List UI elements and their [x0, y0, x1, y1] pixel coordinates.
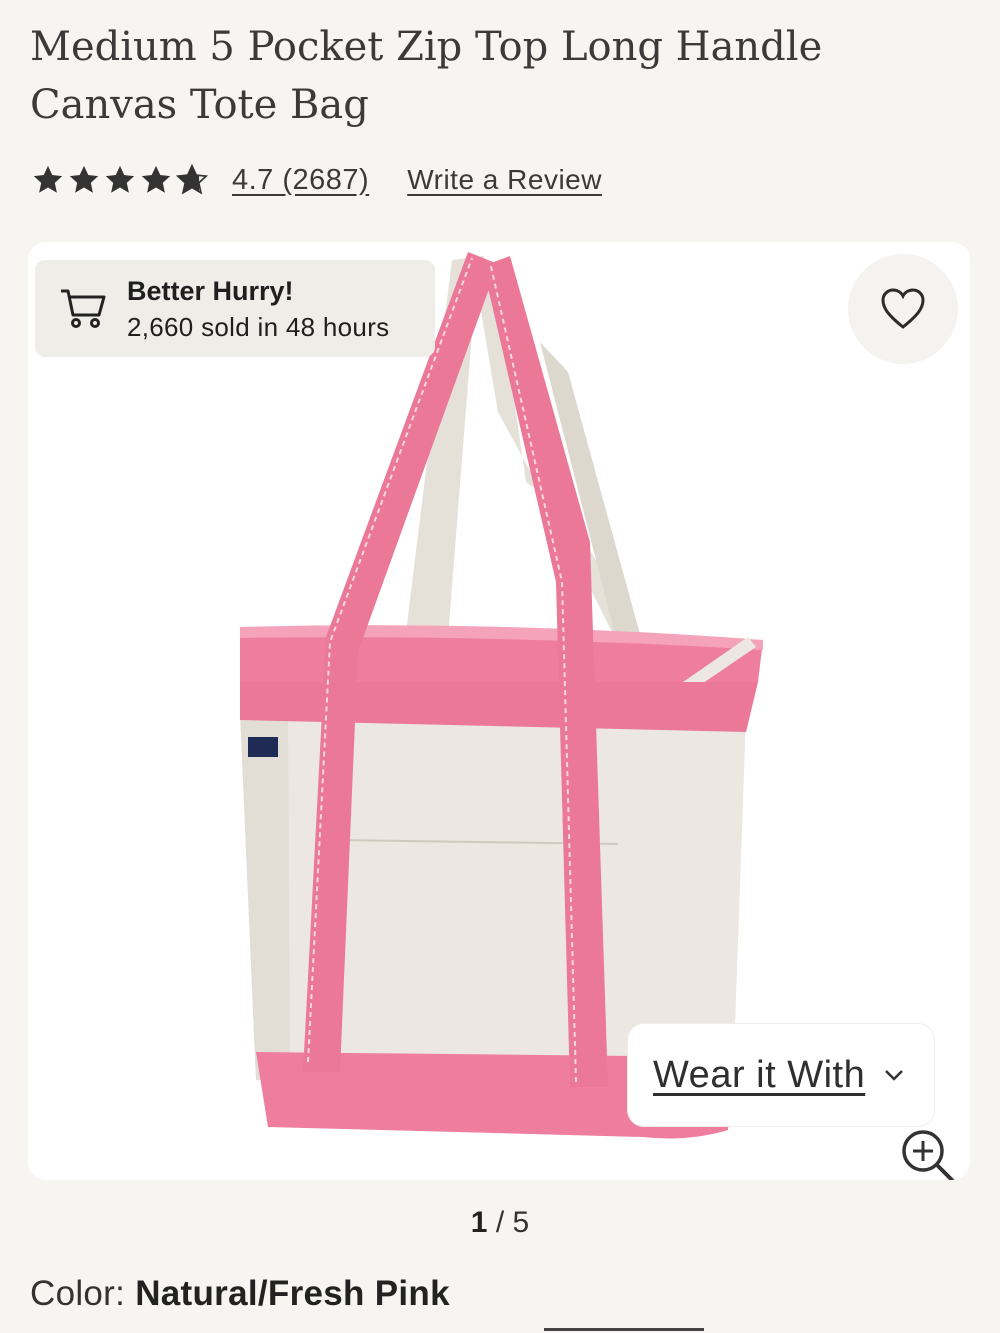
write-review-link[interactable]: Write a Review [407, 164, 602, 196]
favorite-button[interactable] [848, 254, 958, 364]
star-partial-icon [175, 163, 209, 195]
chevron-down-icon [885, 1070, 904, 1081]
product-title: Medium 5 Pocket Zip Top Long Handle Canv… [30, 24, 823, 128]
pager-separator: / [487, 1206, 513, 1239]
star-icon [69, 165, 99, 193]
wear-it-with-button[interactable]: Wear it With [628, 1024, 934, 1126]
rating-row: 4.7 (2687) Write a Review [30, 158, 602, 202]
star-icon [141, 165, 171, 193]
star-icon [105, 165, 135, 193]
star-rating [30, 163, 210, 197]
badge-subtitle: 2,660 sold in 48 hours [127, 311, 390, 342]
color-selection: Color: Natural/Fresh Pink [30, 1274, 450, 1314]
rating-count-link[interactable]: 4.7 (2687) [232, 164, 369, 197]
zoom-in-icon[interactable] [898, 1126, 958, 1180]
product-image-gallery[interactable]: Better Hurry! 2,660 sold in 48 hours Wea… [28, 242, 970, 1180]
divider [544, 1328, 704, 1331]
color-value: Natural/Fresh Pink [135, 1274, 450, 1313]
color-label: Color: [30, 1274, 136, 1313]
image-pager: 1 / 5 [0, 1206, 1000, 1240]
star-icon [33, 165, 63, 193]
sales-badge: Better Hurry! 2,660 sold in 48 hours [35, 260, 435, 357]
badge-title: Better Hurry! [127, 275, 294, 306]
pager-current: 1 [470, 1206, 488, 1239]
pager-total: 5 [512, 1206, 530, 1239]
cart-icon [61, 289, 106, 328]
wear-it-with-label: Wear it With [653, 1053, 866, 1096]
heart-icon [881, 288, 925, 329]
